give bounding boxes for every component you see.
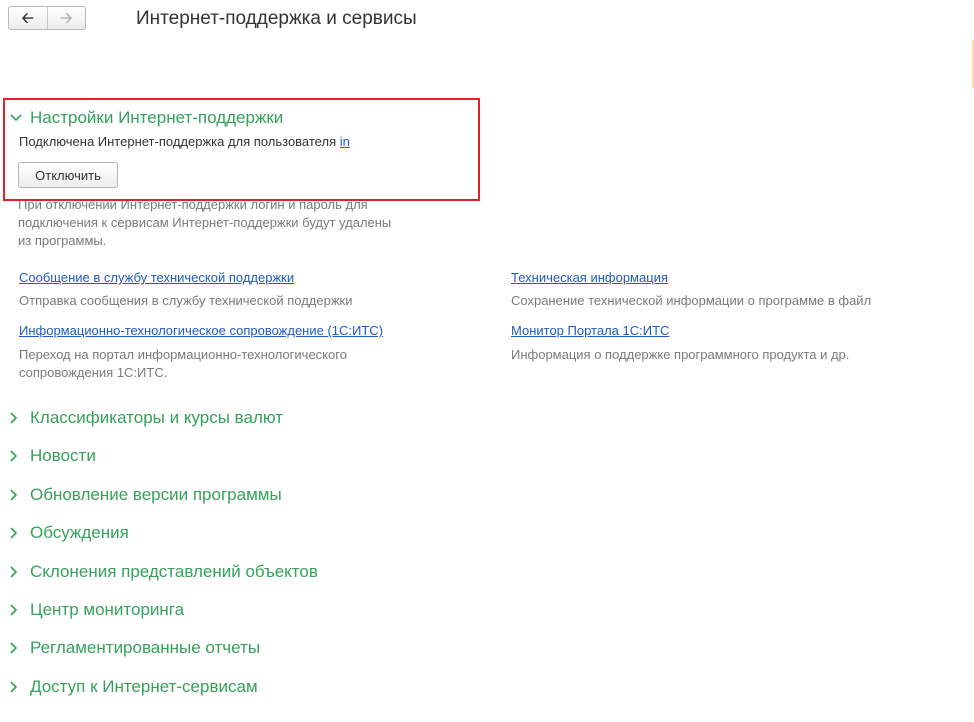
- link-portal-monitor[interactable]: Монитор Портала 1С:ИТС: [511, 323, 669, 338]
- chevron-right-icon: [10, 681, 26, 693]
- group-label: Классификаторы и курсы валют: [30, 408, 284, 427]
- group-label: Склонения представлений объектов: [30, 562, 318, 581]
- chevron-right-icon: [10, 412, 26, 424]
- desc-technical-info: Сохранение технической информации о прог…: [511, 293, 872, 308]
- group-reports[interactable]: Регламентированные отчеты: [10, 637, 260, 659]
- group-label: Обсуждения: [30, 523, 129, 542]
- chevron-right-icon: [10, 566, 26, 578]
- arrow-left-icon: 🡠: [21, 9, 34, 27]
- link-support-message[interactable]: Сообщение в службу технической поддержки: [19, 270, 294, 285]
- group-internet-services[interactable]: Доступ к Интернет-сервисам: [10, 676, 258, 698]
- chevron-right-icon: [10, 527, 26, 539]
- desc-its: Переход на портал информационно-технолог…: [19, 347, 347, 380]
- group-label: Обновление версии программы: [30, 485, 282, 504]
- back-button[interactable]: 🡠: [9, 7, 48, 29]
- group-label: Регламентированные отчеты: [30, 638, 261, 657]
- chevron-right-icon: [10, 604, 26, 616]
- group-declensions[interactable]: Склонения представлений объектов: [10, 561, 318, 583]
- page-title: Интернет-поддержка и сервисы: [136, 8, 417, 29]
- group-label: Центр мониторинга: [30, 600, 185, 619]
- group-discussions[interactable]: Обсуждения: [10, 522, 129, 544]
- group-label: Доступ к Интернет-сервисам: [30, 677, 258, 696]
- arrow-right-icon: 🡢: [60, 9, 73, 27]
- chevron-right-icon: [10, 642, 26, 654]
- group-update[interactable]: Обновление версии программы: [10, 484, 282, 506]
- chevron-right-icon: [10, 450, 26, 462]
- disconnect-note: При отключении Интернет-поддержки логин …: [18, 197, 392, 248]
- desc-portal-monitor: Информация о поддержке программного прод…: [511, 347, 850, 362]
- chevron-right-icon: [10, 489, 26, 501]
- group-classifiers[interactable]: Классификаторы и курсы валют: [10, 407, 283, 429]
- group-monitoring[interactable]: Центр мониторинга: [10, 599, 184, 621]
- link-its[interactable]: Информационно-технологическое сопровожде…: [19, 323, 383, 338]
- forward-button[interactable]: 🡢: [48, 7, 86, 29]
- navigation-buttons: 🡠 🡢: [8, 6, 86, 30]
- desc-support-message: Отправка сообщения в службу технической …: [19, 293, 353, 308]
- link-technical-info[interactable]: Техническая информация: [511, 270, 668, 285]
- group-label: Новости: [30, 446, 96, 465]
- group-news[interactable]: Новости: [10, 445, 96, 467]
- highlight-frame: [3, 98, 480, 201]
